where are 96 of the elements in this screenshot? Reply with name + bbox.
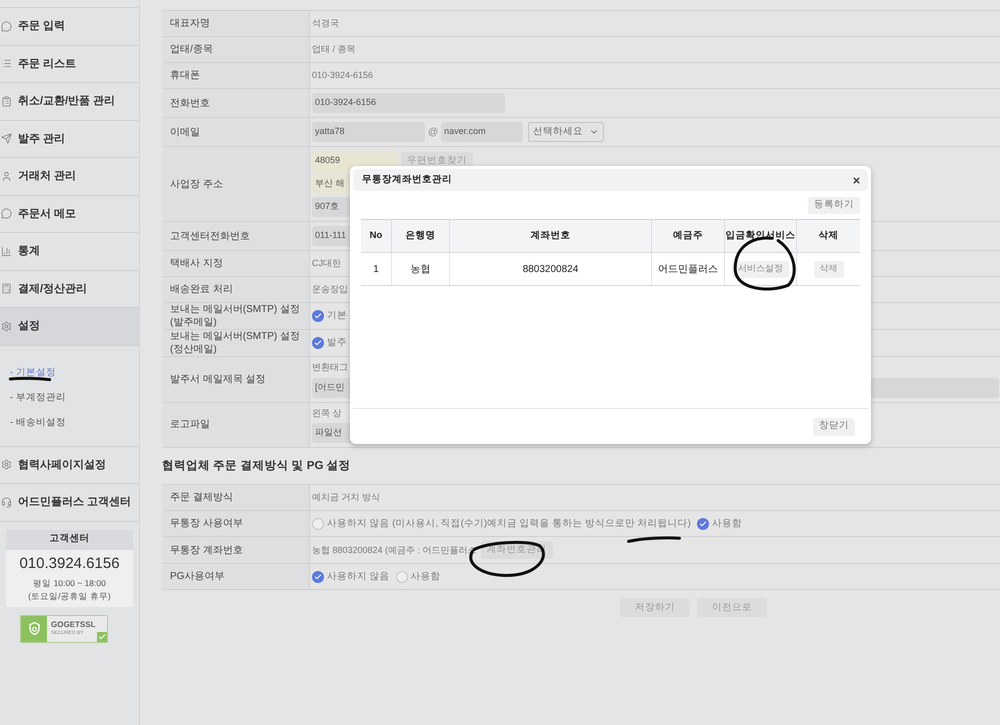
close-window-button[interactable]: 창닫기 bbox=[813, 418, 855, 436]
field-label: PG사용여부 bbox=[170, 570, 226, 584]
radio-label: 발주 bbox=[327, 336, 347, 350]
input-field[interactable]: yatta78 bbox=[312, 122, 425, 142]
column-header: 은행명 bbox=[392, 220, 450, 252]
close-icon[interactable] bbox=[852, 176, 861, 184]
select-dropdown[interactable]: 선택하세요 bbox=[528, 122, 604, 142]
field-label: 이메일 bbox=[170, 126, 201, 138]
shield-icon bbox=[26, 621, 42, 636]
field-value: 업태 / 종목 bbox=[312, 42, 356, 56]
table-cell: 8803200824 bbox=[450, 253, 652, 285]
sidebar-item[interactable]: 주문 입력 bbox=[0, 8, 139, 46]
sidebar-item[interactable]: 주문 리스트 bbox=[0, 46, 139, 83]
field-label: 사업장 주소 bbox=[170, 178, 224, 190]
modal-title: 무통장계좌번호관리 bbox=[362, 172, 452, 187]
column-header: No bbox=[361, 220, 392, 252]
sidebar-item[interactable]: 통계 bbox=[0, 233, 139, 270]
field-value: 변환태그 bbox=[312, 361, 348, 374]
radio-label: 사용하지 않음 bbox=[327, 570, 390, 584]
sidebar-item[interactable]: 설정 bbox=[0, 308, 139, 346]
field-label: 업태/종목 bbox=[170, 43, 214, 56]
input-field[interactable]: 010-3924-6156 bbox=[312, 93, 505, 113]
support-title: 고객센터 bbox=[6, 530, 133, 550]
badge-brand: GOGETSSL bbox=[51, 620, 96, 630]
field-label: 주문 결제방식 bbox=[170, 491, 234, 504]
submenu-link[interactable]: - 부계정관리 bbox=[10, 386, 139, 410]
field-value: 운송장입 bbox=[312, 282, 348, 296]
field-label: (발주메일) bbox=[170, 316, 218, 329]
paper-plane-icon bbox=[1, 133, 12, 144]
input-field[interactable]: naver.com bbox=[441, 122, 524, 142]
field-label: 발주서 메일제목 설정 bbox=[170, 372, 267, 386]
table-cell: 농협 bbox=[392, 253, 450, 285]
field-label: 보내는 메일서버(SMTP) 설정 bbox=[170, 330, 301, 343]
sidebar-item[interactable]: 발주 관리 bbox=[0, 120, 139, 158]
check-icon bbox=[314, 572, 322, 581]
check-icon bbox=[698, 520, 707, 528]
field-label: 휴대폰 bbox=[170, 69, 201, 82]
at-sign: @ bbox=[428, 126, 438, 140]
service-settings-button[interactable]: 서비스설정 bbox=[732, 260, 789, 278]
support-phone: 010.3924.6156 bbox=[19, 554, 120, 574]
clipboard-icon bbox=[1, 96, 12, 107]
check-icon bbox=[97, 632, 107, 642]
field-label: 로고파일 bbox=[170, 418, 211, 432]
radio-label: 기본 bbox=[327, 308, 347, 323]
radio-button[interactable] bbox=[396, 570, 408, 583]
field-value: 예치금 거치 방식 bbox=[312, 491, 380, 504]
radio-label: 사용하지 않음 (미사용시, 직접(수기)예치금 입력을 통하는 방식으로만 처리됩니다) bbox=[327, 516, 691, 531]
calculator-icon bbox=[1, 283, 12, 294]
field-label: (정산메일) bbox=[170, 343, 218, 356]
radio-button[interactable] bbox=[312, 310, 324, 322]
field-value: 010-3924-6156 bbox=[312, 68, 374, 82]
radio-button[interactable] bbox=[696, 518, 709, 530]
hand-drawn-underline bbox=[627, 535, 681, 543]
radio-label: 사용함 bbox=[712, 516, 742, 531]
delete-button[interactable]: 삭제 bbox=[814, 260, 844, 278]
table-cell: 어드민플러스 bbox=[652, 253, 725, 285]
sidebar-item[interactable]: 취소/교환/반품 관리 bbox=[0, 83, 139, 120]
sidebar-item[interactable]: 협력사페이지설정 bbox=[0, 446, 139, 484]
support-note: (토요일/공휴일 휴무) bbox=[28, 590, 111, 602]
settings-icon bbox=[1, 320, 12, 332]
field-label: 전화번호 bbox=[170, 96, 211, 110]
support-hours: 평일 10:00 ~ 18:00 bbox=[33, 577, 106, 590]
submenu-link[interactable]: - 배송비설정 bbox=[10, 410, 139, 436]
radio-label: 사용함 bbox=[410, 570, 441, 584]
speech-bubble-icon bbox=[1, 208, 12, 220]
headset-icon bbox=[1, 496, 12, 508]
bar-chart-icon bbox=[1, 246, 12, 257]
sidebar-item[interactable]: 거래처 관리 bbox=[0, 158, 139, 196]
column-header: 삭제 bbox=[818, 228, 840, 243]
register-button[interactable]: 등록하기 bbox=[808, 197, 860, 214]
radio-button[interactable] bbox=[312, 518, 324, 530]
hand-drawn-underline bbox=[9, 376, 51, 382]
column-header: 예금주 bbox=[652, 220, 725, 252]
sidebar-item[interactable]: 어드민플러스 고객센터 bbox=[0, 484, 139, 522]
table-cell: 1 bbox=[361, 253, 392, 285]
field-label: 보내는 메일서버(SMTP) 설정 bbox=[170, 303, 301, 316]
section-title: 협력업체 주문 결제방식 및 PG 설정 bbox=[162, 459, 352, 474]
speech-bubble-icon bbox=[1, 20, 12, 32]
field-value: CJ대한 bbox=[312, 256, 341, 270]
field-label: 무통장 계좌번호 bbox=[170, 544, 244, 557]
person-icon bbox=[1, 170, 12, 182]
field-label: 배송완료 처리 bbox=[170, 283, 234, 296]
sidebar-item[interactable]: 주문서 메모 bbox=[0, 196, 139, 233]
field-label: 택배사 지정 bbox=[170, 257, 224, 270]
settings-icon bbox=[1, 459, 12, 470]
submenu-link[interactable]: - 기본설정 bbox=[10, 360, 139, 386]
radio-button[interactable] bbox=[312, 337, 324, 349]
field-label: 무통장 사용여부 bbox=[170, 517, 244, 530]
field-value: 왼쪽 상 bbox=[312, 406, 342, 420]
check-icon bbox=[314, 312, 322, 320]
column-header: 계좌번호 bbox=[450, 220, 652, 252]
field-label: 대표자명 bbox=[170, 17, 211, 30]
check-icon bbox=[314, 339, 322, 347]
radio-button[interactable] bbox=[312, 570, 324, 583]
field-value: 석경국 bbox=[312, 16, 339, 30]
field-label: 고객센터전화번호 bbox=[170, 230, 251, 242]
